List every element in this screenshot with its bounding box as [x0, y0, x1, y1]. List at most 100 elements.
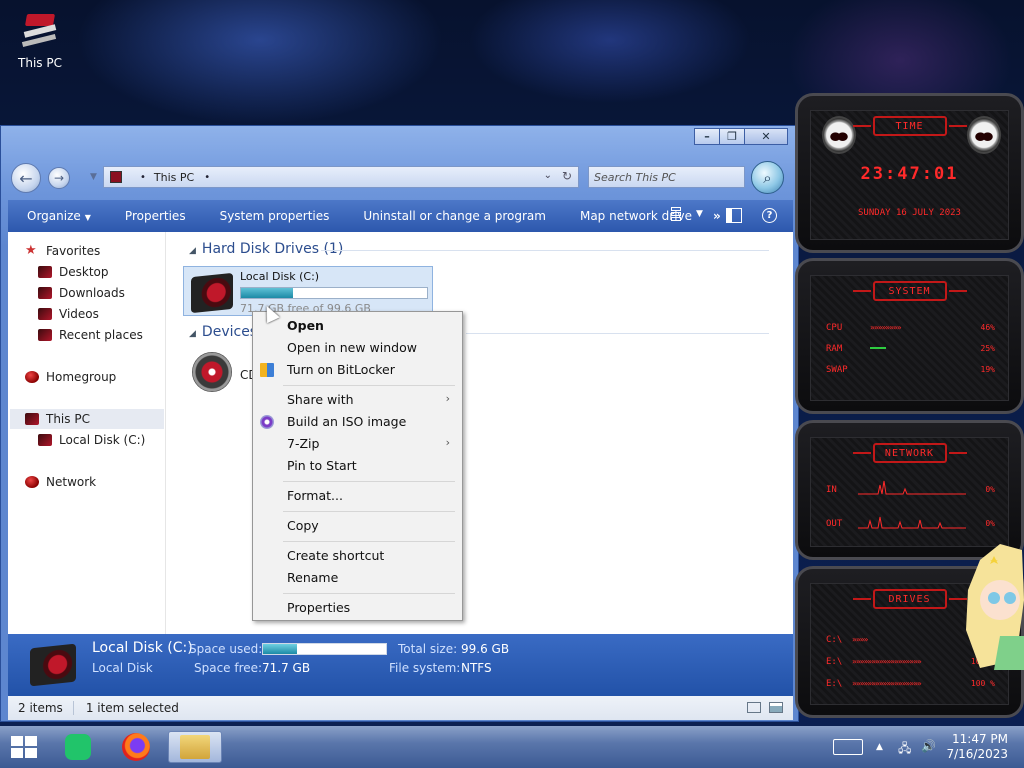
maximize-button[interactable]: ❐ — [719, 128, 745, 145]
menu-copy[interactable]: Copy — [287, 518, 319, 533]
menu-separator — [283, 511, 455, 512]
view-dropdown-icon[interactable]: ▼ — [696, 209, 703, 219]
nav-label: Homegroup — [46, 370, 117, 384]
drive-usage-fill — [241, 288, 294, 298]
drive-name: Local Disk (C:) — [240, 270, 320, 283]
widget-title: SYSTEM — [852, 281, 967, 301]
desktop-icon-this-pc[interactable]: This PC — [12, 12, 68, 70]
taskbar-firefox[interactable] — [118, 731, 154, 763]
nav-label: Recent places — [59, 328, 143, 342]
file-system-label: File system: — [389, 661, 461, 675]
nav-label: Downloads — [59, 286, 125, 300]
menu-properties[interactable]: Properties — [287, 600, 350, 615]
nav-favorites[interactable]: ★ Favorites — [25, 244, 100, 258]
widget-title: TIME — [852, 116, 967, 136]
details-view-icon[interactable] — [747, 702, 761, 713]
breadcrumb-this-pc[interactable]: This PC — [154, 171, 194, 184]
navigation-pane: ★ Favorites Desktop Downloads Videos Rece… — [8, 232, 166, 634]
network-tray-icon[interactable]: 🖧 — [898, 739, 911, 760]
nav-downloads[interactable]: Downloads — [38, 286, 125, 300]
homegroup-icon — [25, 371, 39, 383]
taskbar-clock[interactable]: 11:47 PM 7/16/2023 — [946, 732, 1008, 762]
menu-rename[interactable]: Rename — [287, 570, 338, 585]
preview-pane-icon[interactable] — [726, 208, 742, 223]
refresh-icon[interactable]: ↻ — [562, 169, 572, 183]
menu-build-iso[interactable]: Build an ISO image — [287, 414, 406, 429]
widget-title: NETWORK — [852, 443, 967, 463]
nav-local-disk[interactable]: Local Disk (C:) — [38, 433, 145, 447]
volume-icon[interactable]: 🔊 — [921, 739, 936, 753]
taskbar-file-explorer[interactable] — [168, 731, 222, 763]
more-commands-button[interactable]: » — [713, 209, 721, 223]
nav-recent-places[interactable]: Recent places — [38, 328, 143, 342]
properties-button[interactable]: Properties — [106, 209, 201, 223]
drive-tile-local-disk[interactable]: Local Disk (C:) 71.7 GB free of 99.6 GB — [183, 266, 433, 316]
network-out-graph — [858, 516, 966, 529]
caption-buttons: – ❐ ✕ — [694, 128, 788, 145]
file-system-value: NTFS — [461, 661, 492, 675]
widget-clock: 23:47:01 — [860, 164, 959, 184]
menu-7zip[interactable]: 7-Zip — [287, 436, 319, 451]
command-bar: Organize ▼ Properties System properties U… — [8, 200, 793, 232]
status-item-count: 2 items — [8, 701, 74, 715]
show-hidden-icons-button[interactable]: ▲ — [876, 742, 883, 752]
system-swap-value: 19% — [980, 365, 995, 374]
nav-desktop[interactable]: Desktop — [38, 265, 109, 279]
breadcrumb-separator[interactable]: • — [204, 172, 210, 183]
search-button[interactable]: ⌕ — [751, 161, 784, 194]
touch-keyboard-icon[interactable] — [833, 739, 863, 755]
start-button[interactable] — [11, 736, 37, 758]
nav-homegroup[interactable]: Homegroup — [25, 370, 116, 384]
help-icon[interactable]: ? — [762, 208, 777, 223]
menu-share-with[interactable]: Share with — [287, 392, 354, 407]
space-used-fill — [263, 644, 298, 654]
minimize-button[interactable]: – — [694, 128, 720, 145]
back-button[interactable]: ← — [11, 163, 41, 193]
menu-open-new-window[interactable]: Open in new window — [287, 340, 417, 355]
menu-format[interactable]: Format... — [287, 488, 343, 503]
nav-label: Desktop — [59, 265, 109, 279]
details-name: Local Disk (C:) — [92, 640, 193, 656]
drive-f-label: E:\ — [826, 679, 843, 689]
menu-pin-to-start[interactable]: Pin to Start — [287, 458, 357, 473]
recent-locations-dropdown[interactable]: ▼ — [90, 172, 97, 182]
close-button[interactable]: ✕ — [744, 128, 788, 145]
widget-system: SYSTEM CPU »»»»»»»» 46% RAM 25% SWAP 19% — [795, 258, 1024, 414]
nav-network[interactable]: Network — [25, 475, 96, 489]
context-menu: Open Open in new window Turn on BitLocke… — [252, 311, 463, 621]
nav-videos[interactable]: Videos — [38, 307, 99, 321]
network-out-label: OUT — [826, 519, 843, 529]
alien-head-icon — [967, 116, 1001, 154]
group-hard-disk-drives[interactable]: ◢ Hard Disk Drives (1) — [189, 241, 343, 257]
taskbar-time: 11:47 PM — [952, 732, 1008, 746]
tiles-view-icon[interactable] — [769, 702, 783, 713]
details-type: Local Disk — [92, 661, 153, 675]
hard-drive-icon — [30, 643, 76, 687]
chevron-down-icon[interactable]: ⌄ — [544, 170, 552, 181]
cd-drive-icon[interactable] — [192, 352, 232, 392]
taskbar-sheets-app[interactable] — [60, 731, 96, 763]
menu-open[interactable]: Open — [287, 318, 324, 333]
search-input[interactable]: Search This PC — [588, 166, 745, 188]
iso-disc-icon — [260, 415, 274, 429]
nav-this-pc[interactable]: This PC — [25, 412, 90, 426]
system-cpu-label: CPU — [826, 323, 843, 333]
map-network-drive-button[interactable]: Map network drive — [561, 209, 707, 223]
address-row: ← → ▼ • This PC • ⌄ ↻ Search This PC ⌕ — [11, 161, 787, 195]
uninstall-program-button[interactable]: Uninstall or change a program — [344, 209, 561, 223]
address-bar[interactable]: • This PC • ⌄ ↻ — [103, 166, 579, 188]
status-bar: 2 items 1 item selected — [8, 696, 793, 720]
computer-icon — [21, 12, 58, 52]
menu-turn-on-bitlocker[interactable]: Turn on BitLocker — [287, 362, 395, 377]
nav-label: Local Disk (C:) — [59, 433, 146, 447]
arrow-left-icon: ← — [19, 168, 33, 188]
forward-button[interactable]: → — [48, 167, 70, 189]
system-cpu-value: 46% — [980, 323, 995, 332]
menu-create-shortcut[interactable]: Create shortcut — [287, 548, 384, 563]
desktop-icon-label: This PC — [18, 56, 62, 70]
videos-icon — [38, 308, 52, 320]
submenu-arrow-icon: › — [445, 392, 450, 405]
view-options-icon[interactable] — [671, 207, 681, 225]
system-properties-button[interactable]: System properties — [201, 209, 345, 223]
organize-button[interactable]: Organize ▼ — [8, 209, 106, 223]
